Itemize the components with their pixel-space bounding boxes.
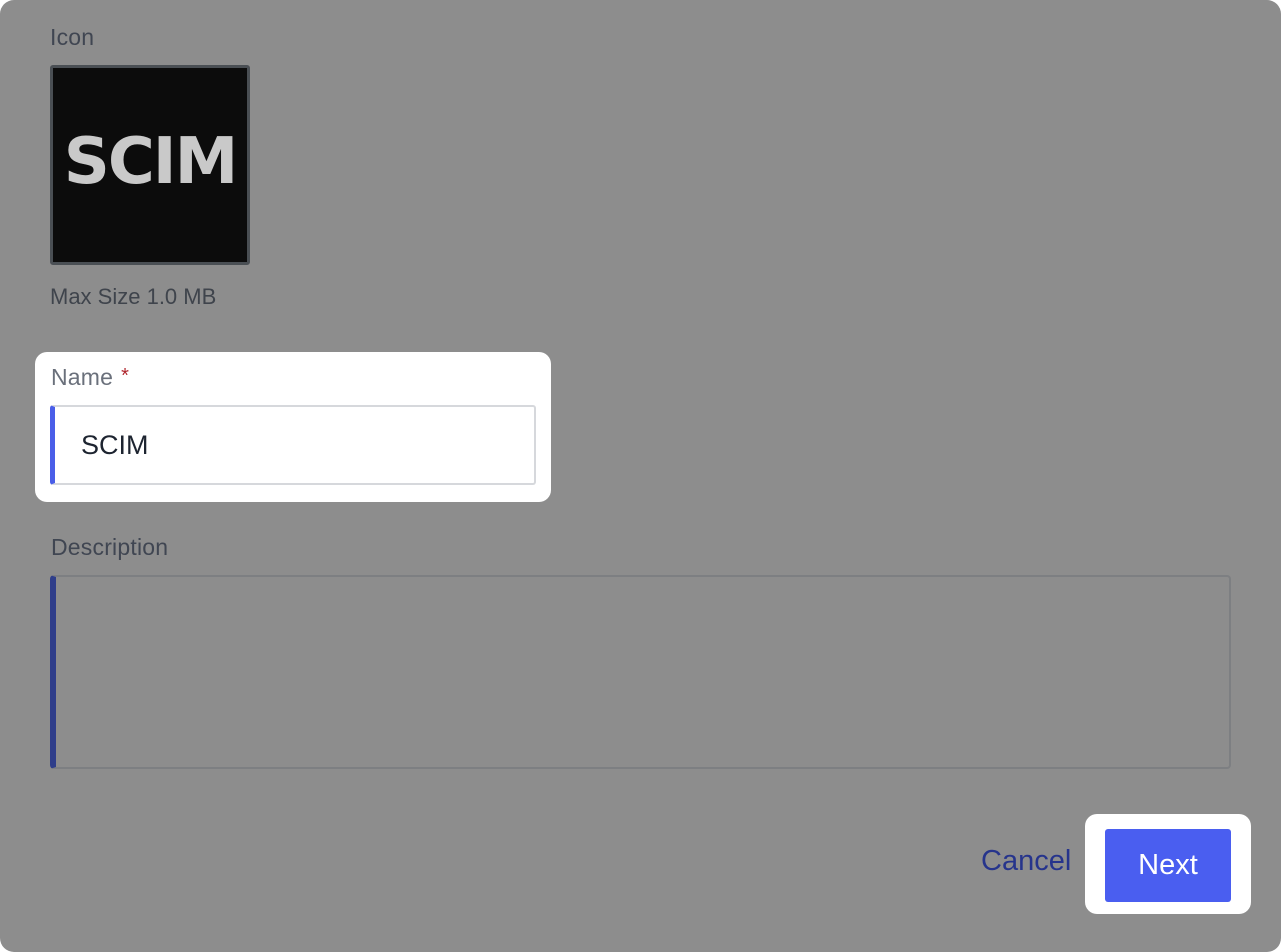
icon-upload[interactable]: SCIM (50, 65, 250, 265)
name-input[interactable] (50, 405, 536, 485)
cancel-button[interactable]: Cancel (973, 840, 1079, 882)
scim-logo-icon: SCIM (65, 125, 235, 199)
name-label-text: Name (51, 364, 114, 390)
description-textarea[interactable] (50, 575, 1231, 769)
description-label: Description (51, 534, 169, 560)
next-button[interactable]: Next (1105, 829, 1231, 902)
max-size-hint: Max Size 1.0 MB (50, 284, 217, 309)
create-app-dialog: Icon SCIM Max Size 1.0 MB Name * Descript… (0, 0, 1281, 952)
required-marker: * (121, 365, 130, 387)
name-field-label: Name * (51, 364, 129, 391)
scim-logo-text: SCIM (65, 125, 235, 199)
icon-label: Icon (50, 24, 95, 50)
